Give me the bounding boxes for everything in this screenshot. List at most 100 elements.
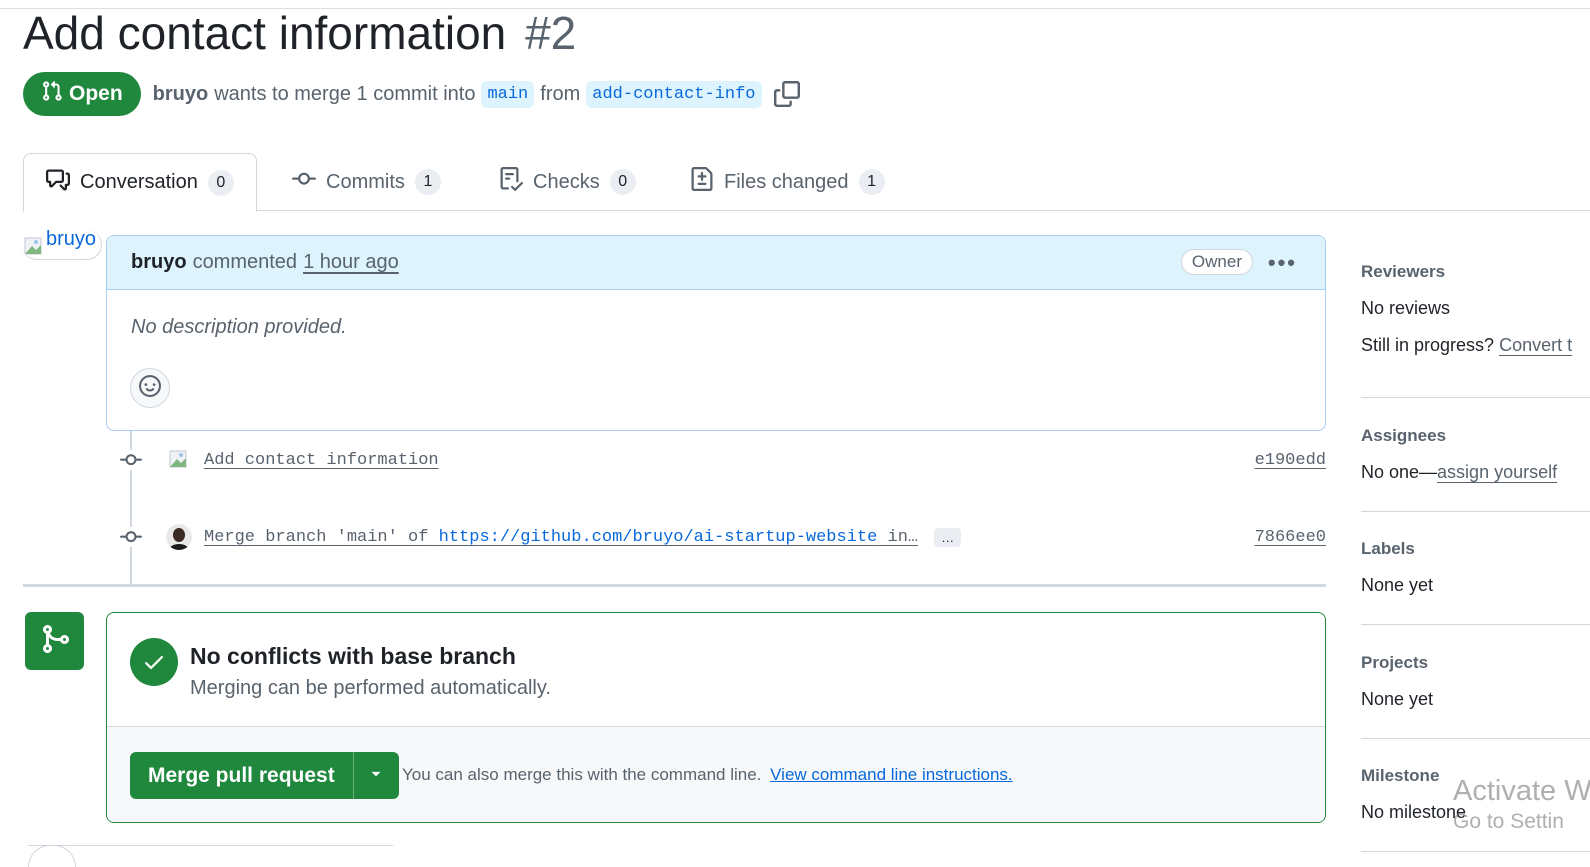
- triangle-down-icon: [367, 764, 385, 787]
- tab-label: Checks: [533, 170, 600, 193]
- sidebar-divider: [1361, 511, 1590, 512]
- pr-status-row: Open bruyo wants to merge 1 commit into …: [23, 72, 800, 116]
- reviewers-value: No reviews: [1361, 298, 1451, 318]
- tab-counter: 0: [609, 169, 636, 195]
- watermark-line-1: Activate W: [1453, 775, 1590, 807]
- sidebar-assignees: Assignees No one—assign yourself: [1361, 426, 1590, 483]
- pr-number: #2: [525, 7, 577, 59]
- commit-message-link[interactable]: Add contact information: [204, 451, 439, 470]
- commit-sha-link[interactable]: e190edd: [1255, 451, 1326, 470]
- tab-label: Files changed: [724, 170, 849, 193]
- merge-status-subtitle: Merging can be performed automatically.: [190, 677, 551, 699]
- avatar-alt-text: bruyo: [46, 230, 97, 250]
- comment-author[interactable]: bruyo: [131, 251, 187, 274]
- assignees-heading[interactable]: Assignees: [1361, 426, 1590, 446]
- no-one-text: No one—: [1361, 462, 1438, 482]
- merge-text: wants to merge 1 commit into: [214, 82, 476, 105]
- watermark-line-2: Go to Settin: [1453, 810, 1564, 833]
- comment-action: commented: [192, 251, 298, 273]
- commit-repo-link[interactable]: https://github.com/bruyo/ai-startup-webs…: [439, 528, 878, 547]
- merge-box: No conflicts with base branch Merging ca…: [106, 612, 1326, 823]
- broken-image-icon: [24, 232, 46, 256]
- tab-files-changed[interactable]: Files changed 1: [690, 153, 885, 211]
- tab-counter: 0: [207, 169, 234, 196]
- add-reaction-button[interactable]: [130, 368, 170, 408]
- smiley-icon: [139, 374, 161, 402]
- merge-status-title: No conflicts with base branch: [190, 643, 516, 669]
- tab-commits[interactable]: Commits 1: [292, 153, 441, 211]
- tab-label: Conversation: [80, 171, 198, 193]
- pr-author-link[interactable]: bruyo: [153, 83, 209, 106]
- copy-icon[interactable]: [773, 81, 800, 107]
- expand-commit-message-button[interactable]: …: [934, 527, 962, 547]
- assignees-value: No one—assign yourself: [1361, 462, 1590, 483]
- assign-yourself-link[interactable]: assign yourself: [1437, 462, 1557, 482]
- labels-heading[interactable]: Labels: [1361, 539, 1590, 559]
- reviewers-heading[interactable]: Reviewers: [1361, 262, 1590, 282]
- commit-row: Merge branch 'main' of https://github.co…: [118, 522, 1326, 552]
- kebab-menu-icon[interactable]: •••: [1268, 250, 1297, 276]
- tab-conversation[interactable]: Conversation 0: [23, 153, 257, 212]
- from-word: from: [540, 82, 581, 105]
- tab-counter: 1: [414, 169, 441, 195]
- commit-author-avatar[interactable]: [166, 447, 192, 473]
- merge-method-dropdown[interactable]: [352, 752, 399, 799]
- sidebar-projects: Projects None yet: [1361, 653, 1590, 710]
- labels-value: None yet: [1361, 575, 1434, 595]
- sidebar-divider: [1361, 397, 1590, 398]
- commit-message-suffix: in…: [887, 527, 919, 547]
- git-commit-icon: [118, 450, 144, 470]
- state-badge: Open: [23, 72, 141, 116]
- merge-actions: Merge pull request You can also merge th…: [107, 727, 1325, 822]
- tab-counter: 1: [858, 169, 885, 195]
- head-branch[interactable]: add-contact-info: [586, 80, 762, 108]
- sidebar-reviewers: Reviewers No reviews Still in progress? …: [1361, 262, 1590, 356]
- command-line-hint: You can also merge this with the command…: [402, 765, 1013, 785]
- commit-sha-link[interactable]: 7866ee0: [1255, 528, 1326, 547]
- tab-checks[interactable]: Checks 0: [499, 153, 636, 211]
- file-diff-icon: [690, 167, 714, 197]
- commit-message-link[interactable]: Merge branch 'main' of https://github.co…: [204, 528, 918, 547]
- sidebar-labels: Labels None yet: [1361, 539, 1590, 596]
- merge-pull-request-button[interactable]: Merge pull request: [130, 752, 353, 799]
- page-title: Add contact information #2: [23, 6, 576, 60]
- pr-description-comment: bruyo commented 1 hour ago Owner ••• No …: [106, 235, 1326, 431]
- git-commit-icon: [118, 527, 144, 547]
- state-label: Open: [69, 82, 123, 105]
- comment-discussion-icon: [46, 168, 70, 198]
- git-merge-icon: [39, 623, 71, 660]
- pr-title: Add contact information: [23, 7, 507, 59]
- base-branch[interactable]: main: [481, 80, 535, 108]
- sidebar-divider: [1361, 624, 1590, 625]
- git-commit-icon: [292, 167, 316, 197]
- projects-value: None yet: [1361, 689, 1434, 709]
- checklist-icon: [499, 167, 524, 197]
- commit-author-avatar[interactable]: [166, 524, 192, 550]
- merge-summary: bruyo wants to merge 1 commit into main …: [153, 80, 762, 108]
- command-line-instructions-link[interactable]: View command line instructions.: [770, 765, 1013, 784]
- comment-header: bruyo commented 1 hour ago Owner •••: [107, 236, 1325, 290]
- commit-message-prefix: Merge branch 'main' of: [204, 527, 429, 547]
- reviewers-extra: Still in progress? Convert t: [1361, 335, 1590, 356]
- merge-button-group: Merge pull request: [130, 752, 399, 799]
- comment-timestamp[interactable]: 1 hour ago: [303, 251, 399, 274]
- sidebar-divider: [1361, 738, 1590, 739]
- convert-to-draft-link[interactable]: Convert t: [1499, 335, 1572, 355]
- next-comment-edge: [28, 845, 393, 867]
- comment-body: No description provided.: [131, 316, 347, 338]
- check-icon: [130, 638, 178, 686]
- merge-status: No conflicts with base branch Merging ca…: [107, 613, 1325, 727]
- projects-heading[interactable]: Projects: [1361, 653, 1590, 673]
- owner-badge: Owner: [1180, 249, 1253, 275]
- activate-windows-watermark: Activate W Go to Settin: [1453, 775, 1590, 834]
- timeline-divider: [23, 584, 1326, 587]
- tab-label: Commits: [326, 170, 405, 193]
- commit-row: Add contact information e190edd: [118, 445, 1326, 475]
- merge-status-icon-box: [25, 612, 84, 670]
- sidebar-divider: [1361, 851, 1590, 852]
- pr-tabs: Conversation 0 Commits 1 Checks 0 Files …: [23, 153, 1590, 212]
- git-pull-request-icon: [41, 80, 63, 108]
- avatar[interactable]: bruyo: [22, 230, 102, 260]
- command-line-hint-text: You can also merge this with the command…: [402, 765, 762, 784]
- still-in-progress-text: Still in progress?: [1361, 335, 1495, 355]
